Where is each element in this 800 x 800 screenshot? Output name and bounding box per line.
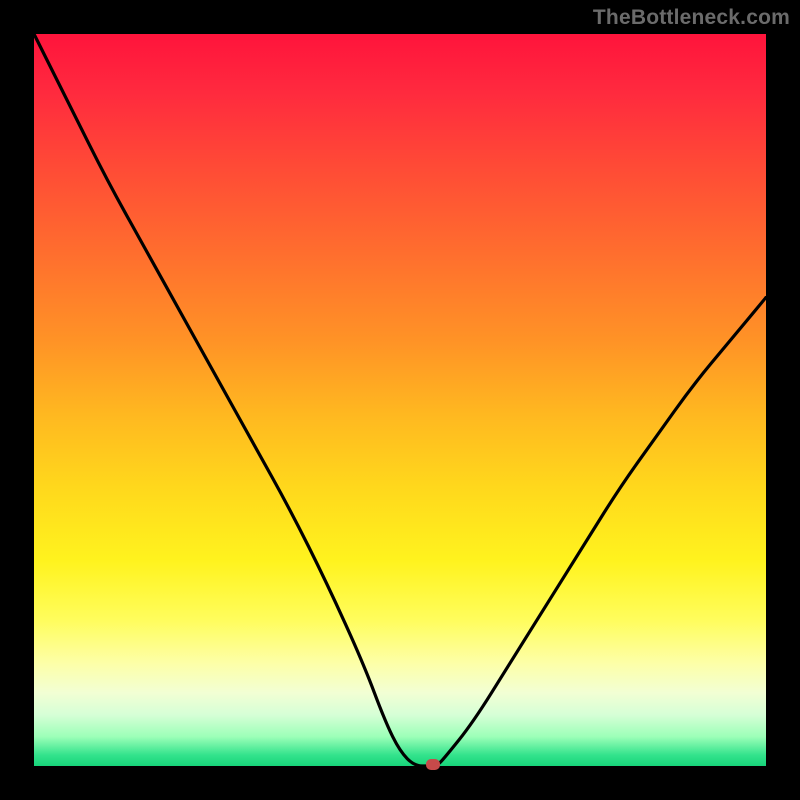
optimum-marker	[426, 759, 440, 770]
chart-frame: TheBottleneck.com	[0, 0, 800, 800]
bottleneck-curve	[34, 34, 766, 766]
plot-area	[34, 34, 766, 766]
watermark-text: TheBottleneck.com	[593, 6, 790, 30]
